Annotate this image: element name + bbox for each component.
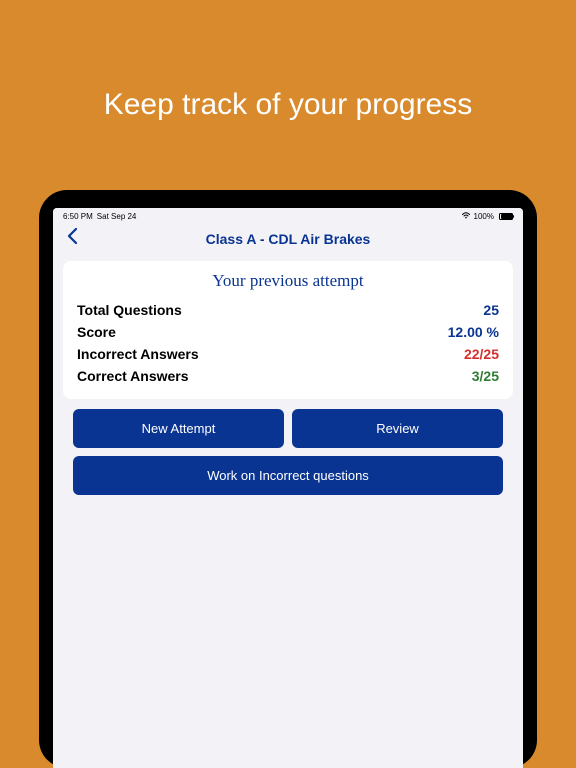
- hero-title: Keep track of your progress: [0, 0, 576, 122]
- stat-row-total: Total Questions 25: [77, 299, 499, 321]
- stat-value: 12.00 %: [448, 324, 499, 340]
- status-time: 6:50 PM: [63, 212, 93, 221]
- content-area: Your previous attempt Total Questions 25…: [53, 255, 523, 501]
- tablet-frame: 6:50 PM Sat Sep 24 100% Class A - CDL Ai…: [39, 190, 537, 768]
- work-incorrect-button[interactable]: Work on Incorrect questions: [73, 456, 503, 495]
- status-date: Sat Sep 24: [97, 212, 137, 221]
- stat-row-incorrect: Incorrect Answers 22/25: [77, 343, 499, 365]
- stat-row-correct: Correct Answers 3/25: [77, 365, 499, 387]
- stat-value: 22/25: [464, 346, 499, 362]
- screen: 6:50 PM Sat Sep 24 100% Class A - CDL Ai…: [53, 208, 523, 768]
- card-title: Your previous attempt: [77, 271, 499, 291]
- stat-label: Correct Answers: [77, 368, 189, 384]
- wifi-icon: [461, 211, 471, 221]
- button-row: New Attempt Review: [63, 409, 513, 448]
- nav-title: Class A - CDL Air Brakes: [65, 231, 511, 247]
- stat-value: 25: [483, 302, 499, 318]
- back-button[interactable]: [67, 227, 78, 251]
- attempt-card: Your previous attempt Total Questions 25…: [63, 261, 513, 399]
- battery-icon: [499, 213, 513, 220]
- nav-bar: Class A - CDL Air Brakes: [53, 223, 523, 255]
- stat-label: Score: [77, 324, 116, 340]
- review-button[interactable]: Review: [292, 409, 503, 448]
- new-attempt-button[interactable]: New Attempt: [73, 409, 284, 448]
- stat-label: Incorrect Answers: [77, 346, 199, 362]
- stat-value: 3/25: [472, 368, 499, 384]
- status-bar: 6:50 PM Sat Sep 24 100%: [53, 208, 523, 223]
- stat-row-score: Score 12.00 %: [77, 321, 499, 343]
- battery-percent: 100%: [474, 212, 494, 221]
- stat-label: Total Questions: [77, 302, 182, 318]
